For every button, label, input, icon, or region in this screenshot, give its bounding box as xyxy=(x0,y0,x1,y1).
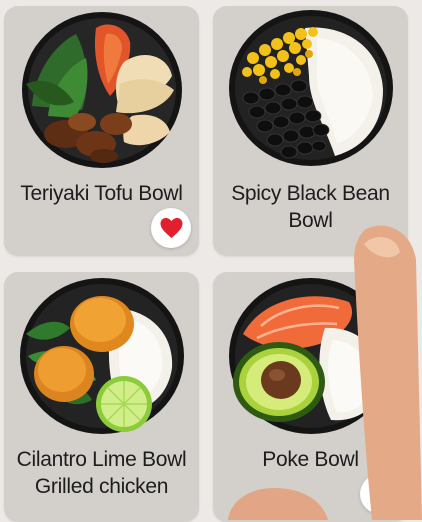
heart-icon xyxy=(369,484,391,504)
recipe-title: Teriyaki Tofu Bowl xyxy=(20,182,183,205)
recipe-title: Spicy Black Bean Bowl xyxy=(231,182,390,232)
favorite-button[interactable] xyxy=(360,474,400,514)
favorite-button[interactable] xyxy=(151,208,191,248)
recipe-image-poke-bowl xyxy=(229,278,393,434)
heart-icon xyxy=(160,218,182,238)
recipe-image-cilantro-lime-bowl xyxy=(20,278,184,434)
recipe-image-teriyaki-tofu-bowl xyxy=(22,12,182,168)
recipe-card-cilantro-lime-bowl[interactable]: Cilantro Lime Bowl Grilled chicken xyxy=(4,272,199,522)
recipe-image-spicy-black-bean-bowl xyxy=(229,10,393,166)
recipe-card-teriyaki-tofu-bowl[interactable]: Teriyaki Tofu Bowl xyxy=(4,6,199,256)
recipe-card-spicy-black-bean-bowl[interactable]: Spicy Black Bean Bowl xyxy=(213,6,408,256)
recipe-title: Poke Bowl xyxy=(262,448,359,471)
recipe-card-poke-bowl[interactable]: Poke Bowl xyxy=(213,272,408,522)
recipe-title: Cilantro Lime Bowl Grilled chicken xyxy=(16,448,187,498)
